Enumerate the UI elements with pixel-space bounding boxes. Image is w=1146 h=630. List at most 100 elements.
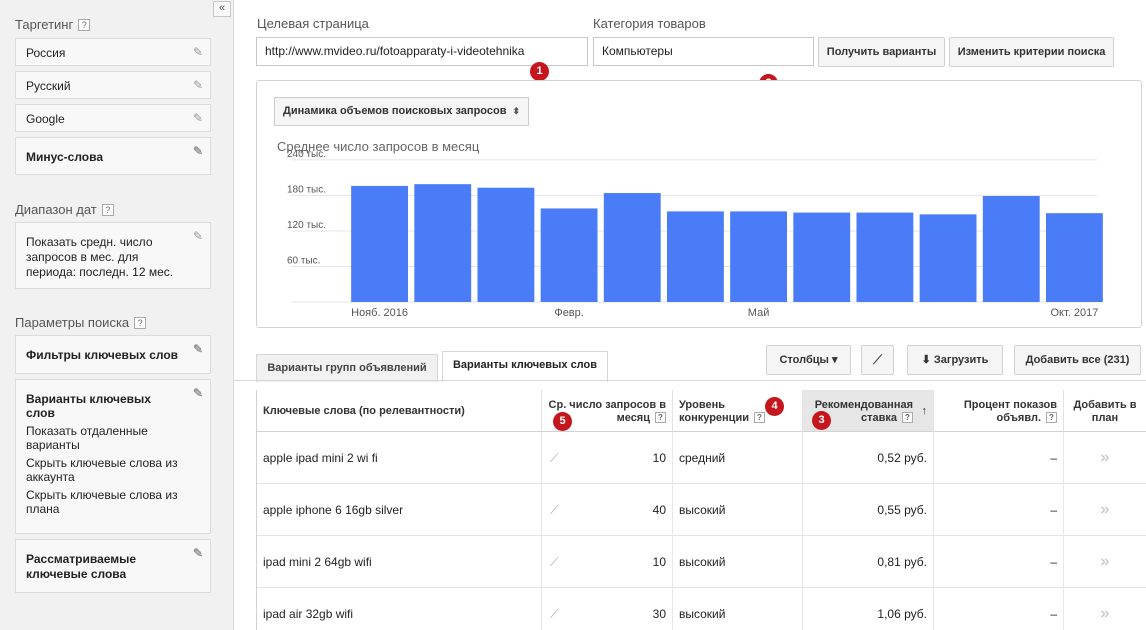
pencil-icon[interactable]: ✎ bbox=[193, 45, 203, 59]
tab-keywords[interactable]: Варианты ключевых слов bbox=[442, 351, 608, 382]
download-label: Загрузить bbox=[933, 354, 989, 366]
pencil-icon[interactable]: ✎ bbox=[193, 111, 203, 125]
header-impression-share[interactable]: Процент показов объявл.? bbox=[934, 390, 1064, 432]
negative-keywords-box[interactable]: Минус-слова ✎ bbox=[15, 137, 211, 175]
add-to-plan-cell[interactable]: » bbox=[1064, 432, 1146, 484]
searches-cell: ⟋ 10 bbox=[542, 536, 673, 588]
competition-cell-text: высокий bbox=[679, 607, 726, 621]
header-keyword[interactable]: Ключевые слова (по релевантности) bbox=[257, 390, 542, 432]
pencil-icon[interactable]: ✎ bbox=[193, 546, 203, 561]
trend-chart-icon[interactable]: ⟋ bbox=[550, 484, 558, 536]
bar-4[interactable] bbox=[540, 208, 598, 302]
competition-cell-text: высокий bbox=[679, 555, 726, 569]
category-input[interactable]: Компьютеры bbox=[593, 37, 814, 66]
landing-page-label: Целевая страница bbox=[257, 16, 369, 31]
impression-share-cell: – bbox=[934, 536, 1064, 588]
keyword-cell[interactable]: ipad mini 2 64gb wifi bbox=[257, 536, 542, 588]
hide-plan-keywords-option[interactable]: Скрыть ключевые слова из плана bbox=[26, 488, 200, 516]
help-icon[interactable]: ? bbox=[78, 19, 91, 31]
searches-cell: ⟋ 10 bbox=[542, 432, 673, 484]
help-icon[interactable]: ? bbox=[655, 412, 666, 423]
annotation-badge-4: 4 bbox=[765, 397, 784, 416]
bar-9[interactable] bbox=[856, 212, 914, 302]
category-label: Категория товаров bbox=[593, 16, 706, 31]
bar-7[interactable] bbox=[730, 211, 788, 302]
bar-6[interactable] bbox=[666, 211, 724, 302]
add-to-plan-cell[interactable]: » bbox=[1064, 536, 1146, 588]
date-range-text: Показать средн. число запросов в мес. дл… bbox=[26, 235, 174, 279]
searches-cell-text: 30 bbox=[652, 607, 666, 621]
impression-share-cell: – bbox=[934, 432, 1064, 484]
x-tick-label: Февр. bbox=[554, 307, 584, 319]
hide-account-keywords-option[interactable]: Скрыть ключевые слова из аккаунта bbox=[26, 456, 200, 484]
considered-keywords-label: Рассматриваемые ключевые слова bbox=[26, 552, 137, 581]
table-row: apple ipad mini 2 wi fi ⟋ 10 средний 0,52 ру… bbox=[257, 432, 1146, 484]
trend-chart-icon[interactable]: ⟋ bbox=[550, 432, 558, 484]
pencil-icon[interactable]: ✎ bbox=[193, 144, 203, 158]
show-broad-option[interactable]: Показать отдаленные варианты bbox=[26, 424, 200, 452]
chart-toggle-button[interactable]: ⟋ bbox=[861, 345, 894, 375]
header-add-to-plan[interactable]: Добавить в план bbox=[1064, 390, 1146, 432]
keyword-cell-text: ipad air 32gb wifi bbox=[263, 607, 354, 621]
keyword-options-title: Варианты ключевых слов bbox=[26, 392, 151, 420]
bar-8[interactable] bbox=[793, 212, 851, 302]
date-range-box[interactable]: Показать средн. число запросов в мес. дл… bbox=[15, 222, 211, 289]
keyword-filters-box[interactable]: Фильтры ключевых слов ✎ bbox=[15, 335, 211, 374]
targeting-language[interactable]: Русский ✎ bbox=[15, 71, 211, 99]
competition-cell: высокий bbox=[673, 588, 803, 630]
keyword-cell[interactable]: apple ipad mini 2 wi fi bbox=[257, 432, 542, 484]
bid-cell: 1,06 руб. bbox=[803, 588, 934, 630]
help-icon[interactable]: ? bbox=[753, 412, 765, 423]
bid-cell: 0,52 руб. bbox=[803, 432, 934, 484]
help-icon[interactable]: ? bbox=[101, 204, 114, 216]
pencil-icon[interactable]: ✎ bbox=[193, 229, 203, 244]
download-icon: ⬇ bbox=[921, 354, 931, 366]
competition-cell: высокий bbox=[673, 484, 803, 536]
keyword-options-box[interactable]: Варианты ключевых слов Показать отдаленн… bbox=[15, 379, 211, 534]
annotation-badge-5: 5 bbox=[553, 412, 572, 431]
bar-5[interactable] bbox=[603, 193, 661, 302]
columns-button[interactable]: Столбцы ▾ bbox=[766, 345, 851, 375]
help-icon[interactable]: ? bbox=[134, 317, 147, 329]
add-to-plan-cell[interactable]: » bbox=[1064, 484, 1146, 536]
keyword-cell-text: apple iphone 6 16gb silver bbox=[263, 503, 404, 517]
date-range-title: Диапазон дат bbox=[15, 202, 97, 217]
bid-cell: 0,55 руб. bbox=[803, 484, 934, 536]
get-ideas-button[interactable]: Получить варианты bbox=[818, 37, 945, 67]
bar-3[interactable] bbox=[477, 187, 535, 302]
trend-chart-icon[interactable]: ⟋ bbox=[550, 536, 558, 588]
add-all-button[interactable]: Добавить все (231) bbox=[1014, 345, 1141, 375]
bid-cell-text: 0,52 руб. bbox=[877, 451, 927, 465]
pencil-icon[interactable]: ✎ bbox=[193, 342, 203, 356]
header-competition[interactable]: Уровень конкуренции? bbox=[673, 390, 803, 432]
x-tick-label: Нояб. 2016 bbox=[351, 307, 408, 319]
bar-1[interactable] bbox=[351, 185, 409, 302]
help-icon[interactable]: ? bbox=[902, 412, 913, 423]
considered-keywords-box[interactable]: Рассматриваемые ключевые слова ✎ bbox=[15, 539, 211, 593]
keyword-cell[interactable]: apple iphone 6 16gb silver bbox=[257, 484, 542, 536]
impression-share-cell-text: – bbox=[1050, 607, 1057, 621]
targeting-location[interactable]: Россия ✎ bbox=[15, 38, 211, 66]
targeting-location-label: Россия bbox=[26, 46, 66, 60]
pencil-icon[interactable]: ✎ bbox=[193, 78, 203, 92]
targeting-network-label: Google bbox=[26, 112, 65, 126]
download-button[interactable]: ⬇ Загрузить bbox=[907, 345, 1003, 375]
y-tick-label: 120 тыс. bbox=[287, 220, 326, 231]
bar-10[interactable] bbox=[919, 214, 977, 302]
bar-2[interactable] bbox=[414, 184, 472, 302]
collapse-sidebar-button[interactable]: « bbox=[213, 1, 231, 17]
trend-chart-icon[interactable]: ⟋ bbox=[550, 588, 558, 630]
add-arrow-icon: » bbox=[1100, 501, 1110, 518]
searches-cell-text: 10 bbox=[652, 451, 666, 465]
targeting-network[interactable]: Google ✎ bbox=[15, 104, 211, 132]
add-to-plan-cell[interactable]: » bbox=[1064, 588, 1146, 630]
modify-search-button[interactable]: Изменить критерии поиска bbox=[949, 37, 1114, 67]
help-icon[interactable]: ? bbox=[1046, 412, 1057, 423]
keyword-cell[interactable]: ipad air 32gb wifi bbox=[257, 588, 542, 630]
y-tick-label: 60 тыс. bbox=[287, 255, 320, 266]
tab-ad-groups[interactable]: Варианты групп объявлений bbox=[256, 354, 438, 382]
impression-share-cell: – bbox=[934, 588, 1064, 630]
bar-11[interactable] bbox=[982, 196, 1040, 302]
pencil-icon[interactable]: ✎ bbox=[193, 386, 203, 400]
bar-12[interactable] bbox=[1045, 213, 1103, 302]
